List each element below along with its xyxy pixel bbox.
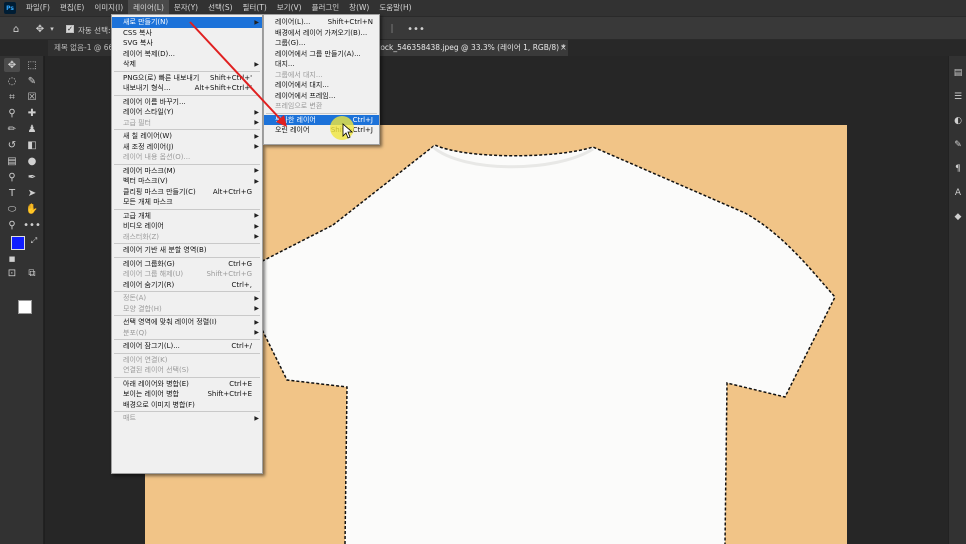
mouse-cursor-icon xyxy=(342,123,354,139)
annotation-arrow xyxy=(189,21,287,127)
